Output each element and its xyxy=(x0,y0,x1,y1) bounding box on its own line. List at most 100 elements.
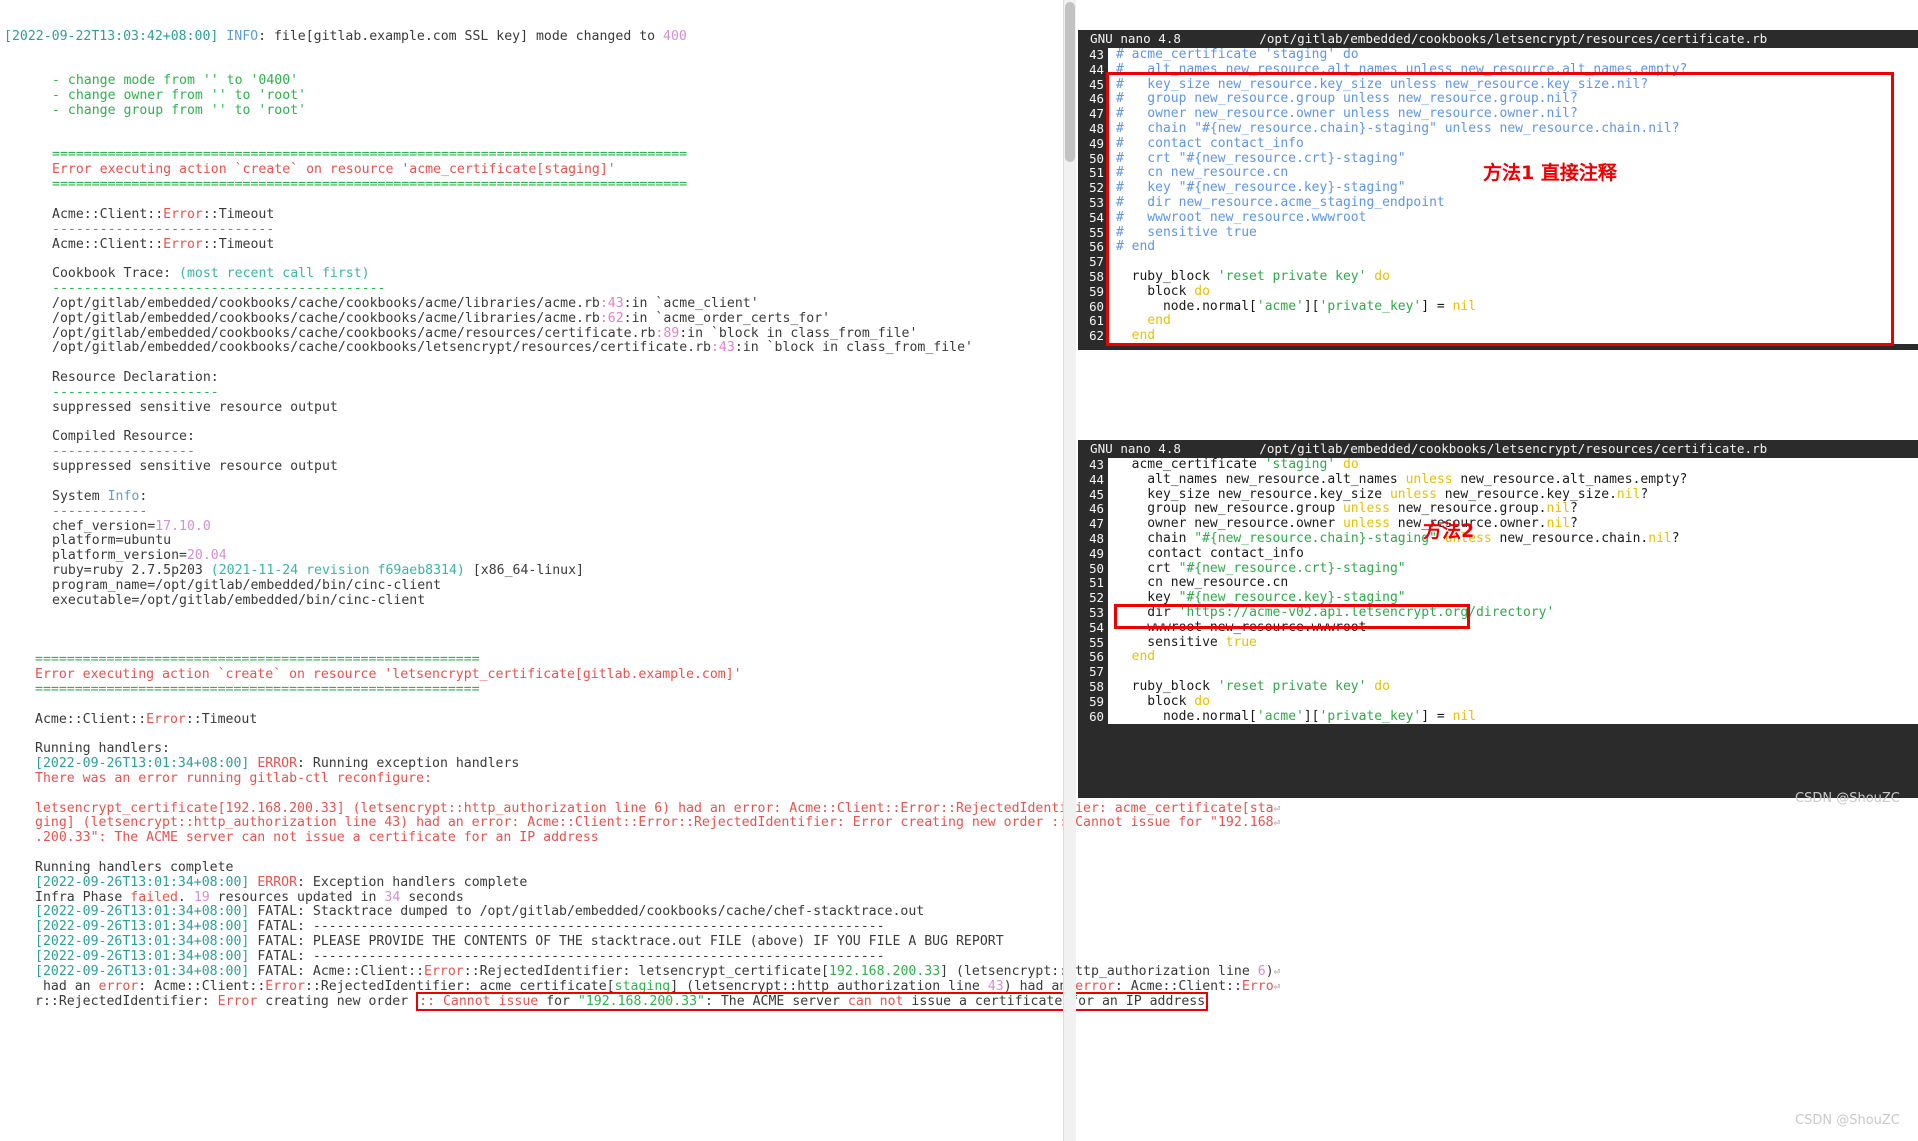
log-span: : The ACME server xyxy=(704,993,848,1009)
code-token: 'reset private key' xyxy=(1217,268,1367,284)
nano-file-path: /opt/gitlab/embedded/cookbooks/letsencry… xyxy=(1259,441,1768,456)
nano-line-number: 50 xyxy=(1078,561,1108,577)
code-token: 'private_key' xyxy=(1319,708,1422,724)
nano-code-line: 57 xyxy=(1078,254,1918,270)
code-token: owner new_resource.owner xyxy=(1116,516,1343,532)
terminal-line: /opt/gitlab/embedded/cookbooks/cache/coo… xyxy=(0,340,1075,356)
log-span: . xyxy=(177,889,194,905)
nano-line-text: # wwwroot new_resource.wwwroot xyxy=(1108,210,1366,226)
nano-line-text: chain "#{new_resource.chain}-staging" un… xyxy=(1108,530,1679,547)
log-span: : xyxy=(139,488,148,504)
log-span: failed xyxy=(130,889,178,905)
log-span: :: Cannot issue xyxy=(419,993,539,1009)
nano-line-number: 54 xyxy=(1078,620,1108,636)
nano-code-line: 54 wwwroot new_resource.wwwroot xyxy=(1078,619,1918,636)
log-span: ) xyxy=(1265,963,1274,979)
nano-line-text: alt_names new_resource.alt_names unless … xyxy=(1108,471,1688,488)
code-token: ? xyxy=(1569,501,1578,517)
nano-line-number: 57 xyxy=(1078,254,1108,270)
code-token: block xyxy=(1116,693,1195,709)
log-span: There was an error running gitlab-ctl re… xyxy=(35,770,432,786)
code-token: 'acme' xyxy=(1256,298,1304,314)
code-token: ] = xyxy=(1421,298,1453,314)
nano-line-text: contact contact_info xyxy=(1108,546,1304,562)
terminal-line: ------------------ xyxy=(0,444,1075,460)
log-span: FATAL: Acme::Client:: xyxy=(249,963,425,979)
nano-file-path: /opt/gitlab/embedded/cookbooks/letsencry… xyxy=(1259,31,1768,46)
nano-line-text: acme_certificate 'staging' do xyxy=(1108,457,1359,473)
code-token: new_resource.alt_names.empty? xyxy=(1452,471,1688,487)
code-token: acme_certificate xyxy=(1116,457,1265,472)
nano-code-line: 62 end xyxy=(1078,328,1918,344)
terminal-line: platform_version=20.04 xyxy=(0,548,1075,564)
log-span: System xyxy=(52,488,108,504)
nano-code-line: 55 sensitive true xyxy=(1078,635,1918,651)
code-token: do xyxy=(1194,693,1210,709)
nano-line-text: dir 'https://acme-v02.api.letsencrypt.or… xyxy=(1108,604,1554,621)
terminal-line: Cookbook Trace: (most recent call first) xyxy=(0,266,1075,282)
log-span: Acme::Client:: xyxy=(52,236,164,252)
terminal-line: [2022-09-26T13:01:34+08:00] FATAL: Stack… xyxy=(0,905,1075,920)
code-token: ][ xyxy=(1303,708,1320,724)
log-span: ::RejectedIdentifier: letsencrypt_certif… xyxy=(463,963,829,979)
nano-code-area[interactable]: 43 acme_certificate 'staging' do 44 alt_n… xyxy=(1078,457,1918,725)
terminal-log-pane[interactable]: [2022-09-22T13:03:42+08:00] INFO: file[g… xyxy=(0,0,1280,1141)
code-token: do xyxy=(1374,268,1390,284)
nano-line-text: key "#{new_resource.key}-staging" xyxy=(1108,590,1405,606)
log-span: FATAL: ---------------------------------… xyxy=(249,949,885,964)
nano-code-line: 55 # sensitive true xyxy=(1078,224,1918,241)
nano-titlebar: GNU nano 4.8 /opt/gitlab/embedded/cookbo… xyxy=(1078,30,1918,48)
log-span: 20.04 xyxy=(186,548,227,564)
code-token: alt_names new_resource.alt_names xyxy=(1116,471,1406,487)
nano-line-text: ruby_block 'reset private key' do xyxy=(1108,679,1390,695)
log-span: .200.33": The ACME server can not issue … xyxy=(35,830,599,846)
code-token: "#{new_resource.chain}-staging" xyxy=(1194,530,1437,546)
nano-editor-method-1[interactable]: GNU nano 4.8 /opt/gitlab/embedded/cookbo… xyxy=(1078,30,1918,350)
log-span: Acme::Client:: xyxy=(52,206,164,222)
nano-line-text: node.normal['acme']['private_key'] = nil xyxy=(1108,708,1476,725)
log-span: "192.168.200.33" xyxy=(577,993,705,1009)
terminal-line: Error executing action `create` on resou… xyxy=(0,162,1075,178)
nano-line-number: 53 xyxy=(1078,195,1108,211)
log-span: for xyxy=(538,993,578,1009)
log-span: suppressed sensitive resource output xyxy=(52,459,338,475)
log-span: Error xyxy=(146,711,186,727)
log-span: [2022-09-22T13:03:42+08:00] xyxy=(4,28,219,44)
terminal-scrollbar-thumb[interactable] xyxy=(1065,2,1075,162)
terminal-scrollbar[interactable] xyxy=(1063,0,1076,1141)
nano-line-text: ruby_block 'reset private key' do xyxy=(1108,268,1390,285)
log-span: Info xyxy=(107,488,140,504)
nano-line-number: 44 xyxy=(1078,472,1108,488)
log-span: :in `block in class_from_file' xyxy=(679,325,918,341)
log-span: :43 xyxy=(710,340,735,356)
nano-line-text xyxy=(1108,665,1124,680)
log-span: Cookbook Trace xyxy=(52,266,164,282)
nano-code-line: 58 ruby_block 'reset private key' do xyxy=(1078,679,1918,695)
nano-line-text: # alt_names new_resource.alt_names unles… xyxy=(1108,62,1687,78)
nano-code-area[interactable]: 43 # acme_certificate 'staging' do 44 # alt… xyxy=(1078,47,1918,344)
nano-code-line: 47 owner new_resource.owner unless new_r… xyxy=(1078,516,1918,532)
log-span: ----------------------------------------… xyxy=(52,281,386,297)
log-span: platform_version= xyxy=(52,548,187,564)
terminal-line: executable=/opt/gitlab/embedded/bin/cinc… xyxy=(0,593,1075,609)
nano-editor-method-2[interactable]: GNU nano 4.8 /opt/gitlab/embedded/cookbo… xyxy=(1078,440,1918,798)
log-span: - change group from '' to 'root' xyxy=(52,102,307,118)
line-wrap-marker: ⏎ xyxy=(1273,964,1281,978)
terminal-line: ========================================… xyxy=(0,682,1075,698)
nano-line-text: # chain "#{new_resource.chain}-staging" … xyxy=(1108,121,1680,137)
log-span: [2022-09-26T13:01:34+08:00] xyxy=(35,934,250,950)
code-token: # sensitive true xyxy=(1116,224,1257,240)
code-token: dir xyxy=(1116,604,1179,620)
nano-line-text: owner new_resource.owner unless new_reso… xyxy=(1108,516,1578,532)
nano-line-text: # cn new_resource.cn xyxy=(1108,165,1288,181)
code-token: wwwroot new_resource.wwwroot xyxy=(1116,619,1367,635)
nano-line-number: 48 xyxy=(1078,531,1108,547)
terminal-line: ========================================… xyxy=(0,652,1075,668)
code-token: ][ xyxy=(1303,298,1320,314)
nano-line-text: node.normal['acme']['private_key'] = nil xyxy=(1108,298,1476,315)
log-span: :in `block in class_from_file' xyxy=(734,340,973,356)
